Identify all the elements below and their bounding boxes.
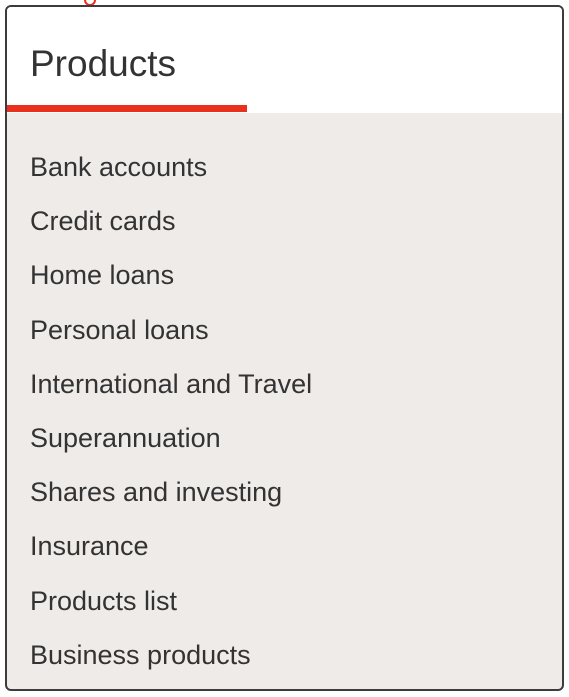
- menu-link-credit-cards[interactable]: Credit cards: [30, 206, 176, 236]
- products-menu-list: Bank accounts Credit cards Home loans Pe…: [30, 147, 312, 689]
- products-menu-panel: Products Bank accounts Credit cards Home…: [5, 5, 564, 691]
- menu-link-superannuation[interactable]: Superannuation: [30, 423, 221, 453]
- menu-item-business-products: Business products: [30, 635, 312, 689]
- menu-link-personal-loans[interactable]: Personal loans: [30, 315, 209, 345]
- menu-item-insurance: Insurance: [30, 526, 312, 580]
- menu-link-business-products[interactable]: Business products: [30, 640, 251, 670]
- menu-item-superannuation: Superannuation: [30, 418, 312, 472]
- menu-link-shares-investing[interactable]: Shares and investing: [30, 477, 282, 507]
- menu-link-products-list[interactable]: Products list: [30, 586, 177, 616]
- menu-item-bank-accounts: Bank accounts: [30, 147, 312, 201]
- menu-item-international-travel: International and Travel: [30, 364, 312, 418]
- menu-item-products-list: Products list: [30, 581, 312, 635]
- menu-link-international-travel[interactable]: International and Travel: [30, 369, 312, 399]
- menu-item-shares-investing: Shares and investing: [30, 472, 312, 526]
- panel-header: Products: [7, 7, 562, 113]
- panel-title: Products: [30, 43, 177, 84]
- title-underline: [7, 105, 247, 112]
- menu-link-bank-accounts[interactable]: Bank accounts: [30, 152, 207, 182]
- menu-item-home-loans: Home loans: [30, 255, 312, 309]
- menu-item-personal-loans: Personal loans: [30, 310, 312, 364]
- menu-link-home-loans[interactable]: Home loans: [30, 260, 174, 290]
- menu-link-insurance[interactable]: Insurance: [30, 531, 149, 561]
- menu-item-credit-cards: Credit cards: [30, 201, 312, 255]
